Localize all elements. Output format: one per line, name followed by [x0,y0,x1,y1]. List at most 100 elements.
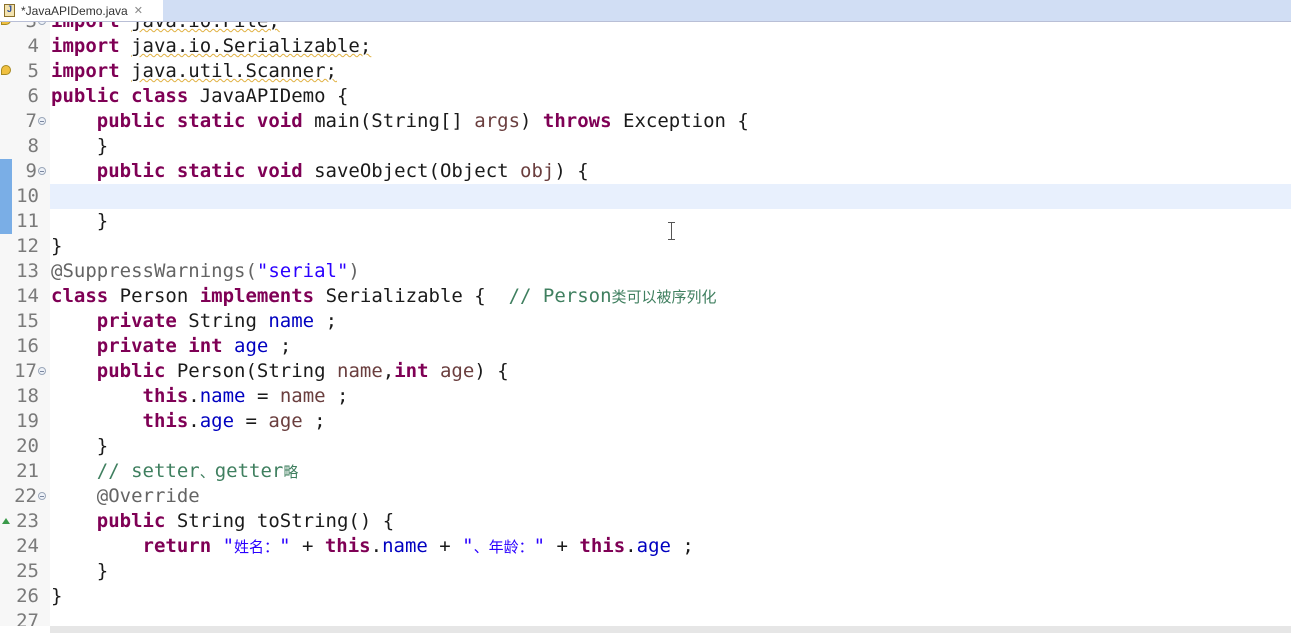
code-token: Person(String [176,360,337,382]
code-line[interactable]: 7 public static void main(String[] args)… [0,109,1291,134]
code-line[interactable]: 20 } [0,434,1291,459]
code-text: public static void saveObject(Object obj… [51,159,589,184]
code-token: } [51,135,109,157]
code-text: } [51,234,62,259]
code-token: name [382,535,428,557]
code-line[interactable]: 21 // setter、getter略 [0,459,1291,484]
code-token: Serializable { [325,285,509,307]
warning-icon[interactable] [1,65,11,75]
code-line[interactable]: 18 this.name = name ; [0,384,1291,409]
code-token: public static void [96,160,315,182]
code-token: + [427,535,463,557]
line-number: 4 [27,35,39,57]
text-cursor-icon [667,222,676,240]
code-token: java.util.Scanner; [131,60,337,82]
line-gutter: 26 [0,584,50,609]
line-gutter: 22 [0,484,50,509]
line-number: 9 [25,160,37,182]
code-token: // Person [508,285,612,307]
code-token: 、 [199,463,215,481]
code-token: public [96,360,177,382]
code-token: implements [199,285,326,307]
code-token: args [474,110,521,132]
code-editor[interactable]: 3 import java.io.File; 4 import java.io.Ser… [0,22,1291,626]
line-number: 26 [16,585,39,607]
code-token: java.io.File; [131,22,280,32]
code-line[interactable]: 23 public String toString() { [0,509,1291,534]
code-token: @Override [96,485,200,507]
code-line[interactable]: 15 private String name ; [0,309,1291,334]
code-text: public class JavaAPIDemo { [51,84,348,109]
line-gutter: 16 [0,334,50,359]
horizontal-scrollbar[interactable] [50,626,1291,633]
code-token: , [382,360,395,382]
code-line[interactable]: 5 import java.util.Scanner; [0,59,1291,84]
fold-collapse-icon[interactable] [38,492,46,500]
code-token: 略 [283,463,299,481]
code-line[interactable]: 3 import java.io.File; [0,22,1291,34]
code-line[interactable]: 19 this.age = age ; [0,409,1291,434]
line-number: 22 [14,485,37,507]
code-token: "serial" [256,260,349,282]
fold-collapse-icon[interactable] [38,167,46,175]
change-marker [0,159,12,184]
code-text: import java.util.Scanner; [51,59,337,84]
line-gutter: 12 [0,234,50,259]
line-number: 20 [16,435,39,457]
code-token: " [462,535,474,557]
code-token: " [533,535,546,557]
line-number: 7 [25,110,37,132]
code-line[interactable]: 24 return "姓名：" + this.name + "、年龄：" + t… [0,534,1291,559]
code-line[interactable]: 16 private int age ; [0,334,1291,359]
code-token: age [268,410,303,432]
code-line[interactable]: 10 [0,184,1291,209]
fold-collapse-icon[interactable] [38,117,46,125]
code-token: java.io.Serializable; [131,35,372,57]
code-token: name [279,385,326,407]
code-text: this.name = name ; [51,384,349,409]
code-line[interactable]: 8 } [0,134,1291,159]
code-line[interactable]: 9 public static void saveObject(Object o… [0,159,1291,184]
change-marker [0,209,12,234]
line-number: 23 [16,510,39,532]
line-number: 19 [16,410,39,432]
code-line[interactable]: 25 } [0,559,1291,584]
editor-tab-javaapidemo[interactable]: *JavaAPIDemo.java ✕ [0,0,163,21]
line-gutter: 3 [0,22,50,34]
line-gutter: 25 [0,559,50,584]
code-token: age [199,410,235,432]
fold-collapse-icon[interactable] [38,367,46,375]
code-token: ; [670,535,694,557]
code-line[interactable]: 4 import java.io.Serializable; [0,34,1291,59]
code-line[interactable]: 27 [0,609,1291,626]
line-number: 18 [16,385,39,407]
code-text: private String name ; [51,309,337,334]
code-line[interactable]: 22 @Override [0,484,1291,509]
code-token: ; [325,385,349,407]
code-line[interactable]: 26} [0,584,1291,609]
code-line[interactable]: 13 @SuppressWarnings("serial") [0,259,1291,284]
warning-icon[interactable] [1,22,11,25]
code-token: ) [348,260,360,282]
code-token: } [51,235,63,257]
code-token: } [51,585,63,607]
close-icon[interactable]: ✕ [134,4,143,17]
code-line[interactable]: 6 public class JavaAPIDemo { [0,84,1291,109]
code-token: 姓名： [234,538,280,556]
code-line[interactable]: 14 class Person implements Serializable {… [0,284,1291,309]
override-triangle-icon[interactable] [2,518,10,524]
code-token: this [579,535,626,557]
code-line[interactable]: 12} [0,234,1291,259]
code-token: . [625,535,637,557]
code-token: public [96,510,177,532]
code-line[interactable]: 17 public Person(String name,int age) { [0,359,1291,384]
line-gutter: 11 [0,209,50,234]
line-number: 27 [16,610,39,626]
code-line[interactable]: 11 } [0,209,1291,234]
fold-collapse-icon[interactable] [38,22,46,25]
